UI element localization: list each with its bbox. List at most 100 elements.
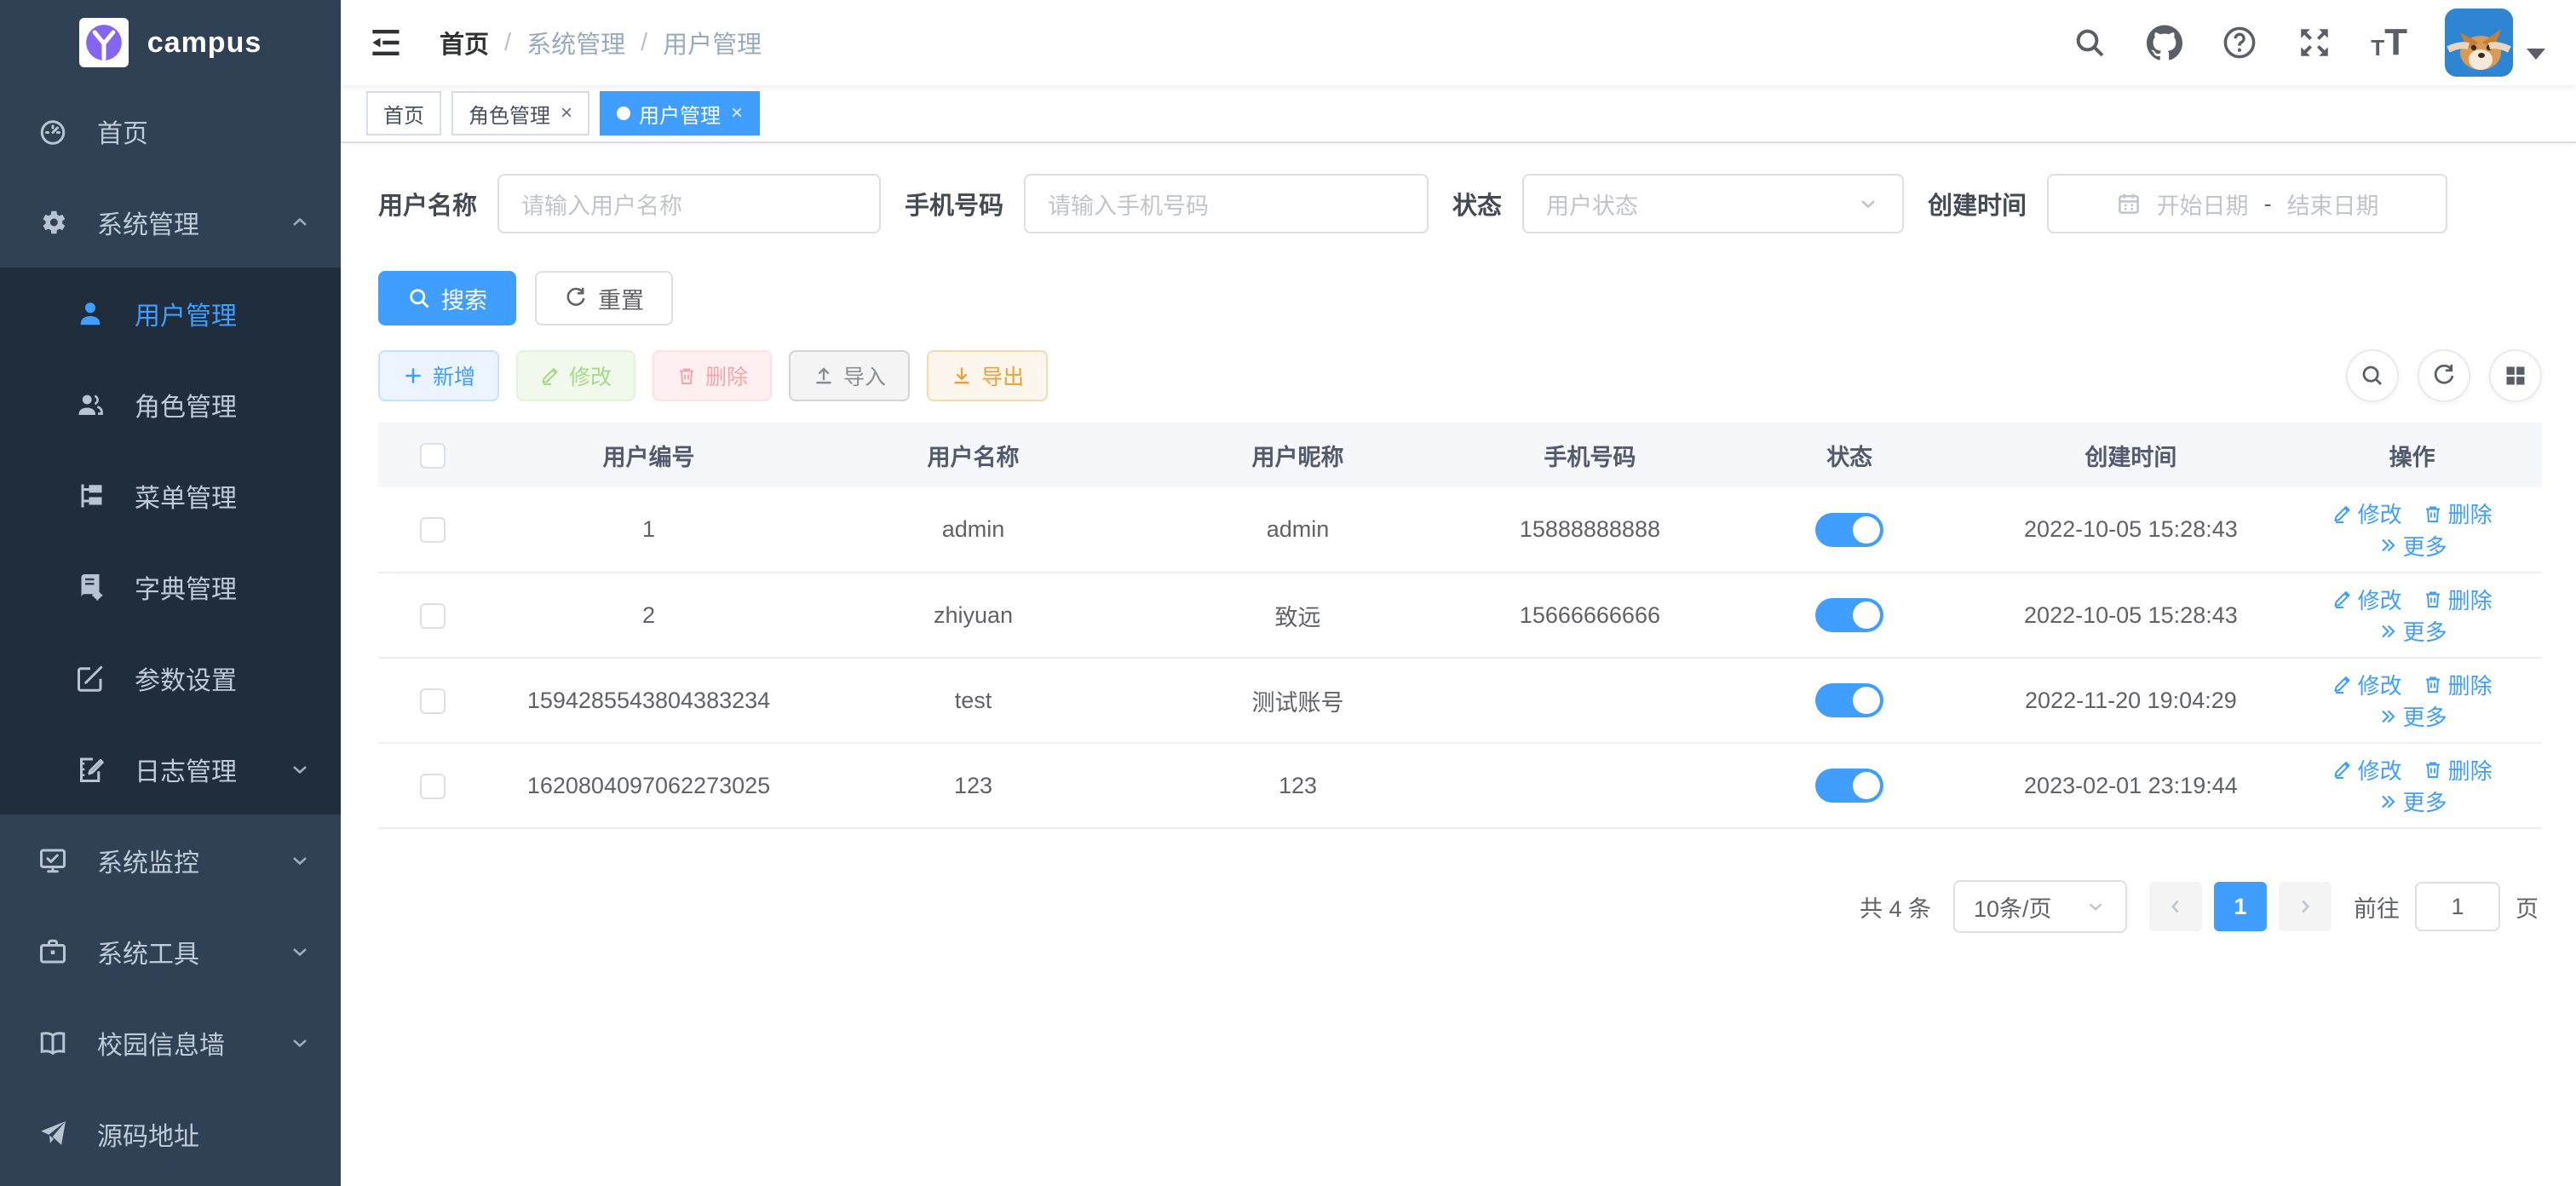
sidebar-item-菜单管理[interactable]: 菜单管理	[0, 450, 341, 541]
column-header-操作: 操作	[2282, 423, 2542, 487]
row-action-删除[interactable]: 删除	[2423, 669, 2493, 700]
status-toggle[interactable]	[1815, 683, 1883, 717]
新增-button[interactable]: 新增	[378, 350, 499, 401]
row-action-修改[interactable]: 修改	[2332, 498, 2402, 529]
table-row: 1adminadmin158888888882022-10-05 15:28:4…	[378, 487, 2542, 573]
toolbar-button-label: 新增	[433, 360, 475, 391]
select-all-checkbox[interactable]	[420, 443, 446, 469]
page-size-select[interactable]: 10条/页	[1953, 880, 2127, 933]
peoples-icon	[73, 388, 107, 422]
chevron-down-icon	[1856, 192, 1880, 216]
sidebar-item-首页[interactable]: 首页	[0, 85, 341, 176]
start-date-placeholder: 开始日期	[2157, 187, 2249, 221]
row-action-修改[interactable]: 修改	[2332, 754, 2402, 786]
chevron-down-icon	[2084, 895, 2107, 918]
goto-label: 前往	[2354, 890, 2400, 924]
log-icon	[73, 752, 107, 786]
sidebar-item-参数设置[interactable]: 参数设置	[0, 632, 341, 723]
row-action-修改[interactable]: 修改	[2332, 669, 2402, 700]
row-select-cell	[378, 573, 486, 658]
calendar-icon	[2116, 191, 2142, 216]
cell-nickname: 致远	[1136, 573, 1460, 658]
sidebar-item-日志管理[interactable]: 日志管理	[0, 723, 341, 815]
sidebar-item-源码地址[interactable]: 源码地址	[0, 1088, 341, 1179]
table-row: 1594285543804383234test测试账号2022-11-20 19…	[378, 658, 2542, 743]
row-checkbox[interactable]	[420, 603, 446, 629]
pagination: 共 4 条 10条/页 1 前往 1 页	[378, 880, 2542, 933]
header-search-icon[interactable]	[2071, 24, 2108, 61]
sidebar-item-用户管理[interactable]: 用户管理	[0, 268, 341, 359]
row-action-删除[interactable]: 删除	[2423, 754, 2493, 786]
breadcrumb-home[interactable]: 首页	[440, 25, 489, 60]
status-toggle[interactable]	[1815, 769, 1883, 803]
删除-button[interactable]: 删除	[653, 350, 772, 401]
table-row: 16208040970622730251231232023-02-01 23:1…	[378, 743, 2542, 828]
row-action-删除[interactable]: 删除	[2423, 498, 2493, 529]
trash-icon	[2423, 504, 2443, 524]
reset-button[interactable]: 重置	[535, 271, 673, 325]
修改-button[interactable]: 修改	[516, 350, 635, 401]
tab-用户管理[interactable]: 用户管理 ×	[600, 91, 760, 135]
row-checkbox[interactable]	[420, 774, 446, 799]
sidebar-item-校园信息墙[interactable]: 校园信息墙	[0, 997, 341, 1088]
tab-首页[interactable]: 首页	[366, 91, 441, 135]
phone-input[interactable]: 请输入手机号码	[1024, 174, 1429, 233]
column-settings-button[interactable]	[2489, 349, 2542, 402]
导入-button[interactable]: 导入	[789, 350, 910, 401]
user-menu[interactable]	[2445, 9, 2545, 77]
fullscreen-icon[interactable]	[2296, 24, 2333, 61]
prev-page-button[interactable]	[2149, 882, 2202, 931]
cell-actions: 修改删除更多	[2282, 743, 2542, 828]
date-range-picker[interactable]: 开始日期 - 结束日期	[2047, 174, 2447, 233]
select-all-header	[378, 423, 486, 487]
row-action-删除[interactable]: 删除	[2423, 584, 2493, 615]
sidebar-item-系统管理[interactable]: 系统管理	[0, 176, 341, 268]
goto-page-input[interactable]: 1	[2415, 882, 2500, 931]
search-button[interactable]: 搜索	[378, 271, 516, 325]
row-action-label: 删除	[2448, 498, 2493, 529]
status-select[interactable]: 用户状态	[1522, 174, 1904, 233]
user-table: 用户编号用户名称用户昵称手机号码状态创建时间操作 1adminadmin1588…	[378, 423, 2542, 829]
tab-角色管理[interactable]: 角色管理×	[451, 91, 589, 135]
cell-phone: 15666666666	[1460, 573, 1720, 658]
next-page-button[interactable]	[2279, 882, 2332, 931]
column-header-手机号码: 手机号码	[1460, 423, 1720, 487]
cell-status	[1720, 573, 1980, 658]
font-size-icon[interactable]: TT	[2371, 24, 2407, 61]
status-toggle[interactable]	[1815, 513, 1883, 547]
github-icon[interactable]	[2146, 24, 2183, 61]
refresh-table-button[interactable]	[2418, 349, 2470, 402]
row-action-修改[interactable]: 修改	[2332, 584, 2402, 615]
row-action-label: 修改	[2358, 754, 2402, 786]
sidebar-collapse-icon[interactable]	[366, 24, 404, 61]
sidebar-item-系统监控[interactable]: 系统监控	[0, 815, 341, 906]
cell-user-id: 1594285543804383234	[486, 658, 811, 743]
row-action-更多[interactable]: 更多	[2378, 786, 2447, 817]
end-date-placeholder: 结束日期	[2287, 187, 2379, 221]
phone-placeholder: 请输入手机号码	[1048, 187, 1209, 221]
avatar[interactable]	[2445, 9, 2513, 77]
row-checkbox[interactable]	[420, 688, 446, 714]
sidebar-item-系统工具[interactable]: 系统工具	[0, 906, 341, 997]
help-icon[interactable]	[2221, 24, 2258, 61]
sidebar-item-角色管理[interactable]: 角色管理	[0, 359, 341, 450]
status-toggle[interactable]	[1815, 598, 1883, 632]
row-action-更多[interactable]: 更多	[2378, 700, 2447, 732]
filter-phone: 手机号码 请输入手机号码	[905, 174, 1429, 233]
row-action-更多[interactable]: 更多	[2378, 530, 2447, 561]
tab-label: 用户管理	[639, 99, 721, 129]
sidebar-item-label: 系统监控	[97, 842, 199, 879]
app-title: campus	[147, 26, 262, 60]
username-input[interactable]: 请输入用户名称	[497, 174, 881, 233]
app-logo[interactable]: campus	[0, 0, 341, 85]
sidebar-item-字典管理[interactable]: 字典管理	[0, 541, 341, 632]
upload-icon	[813, 365, 835, 387]
row-checkbox[interactable]	[420, 517, 446, 543]
导出-button[interactable]: 导出	[927, 350, 1048, 401]
close-icon[interactable]: ×	[731, 101, 743, 125]
toggle-search-button[interactable]	[2346, 349, 2399, 402]
row-action-更多[interactable]: 更多	[2378, 615, 2447, 647]
breadcrumb-item-system[interactable]: 系统管理	[526, 25, 625, 60]
close-icon[interactable]: ×	[561, 101, 572, 125]
page-number-button[interactable]: 1	[2214, 882, 2267, 931]
